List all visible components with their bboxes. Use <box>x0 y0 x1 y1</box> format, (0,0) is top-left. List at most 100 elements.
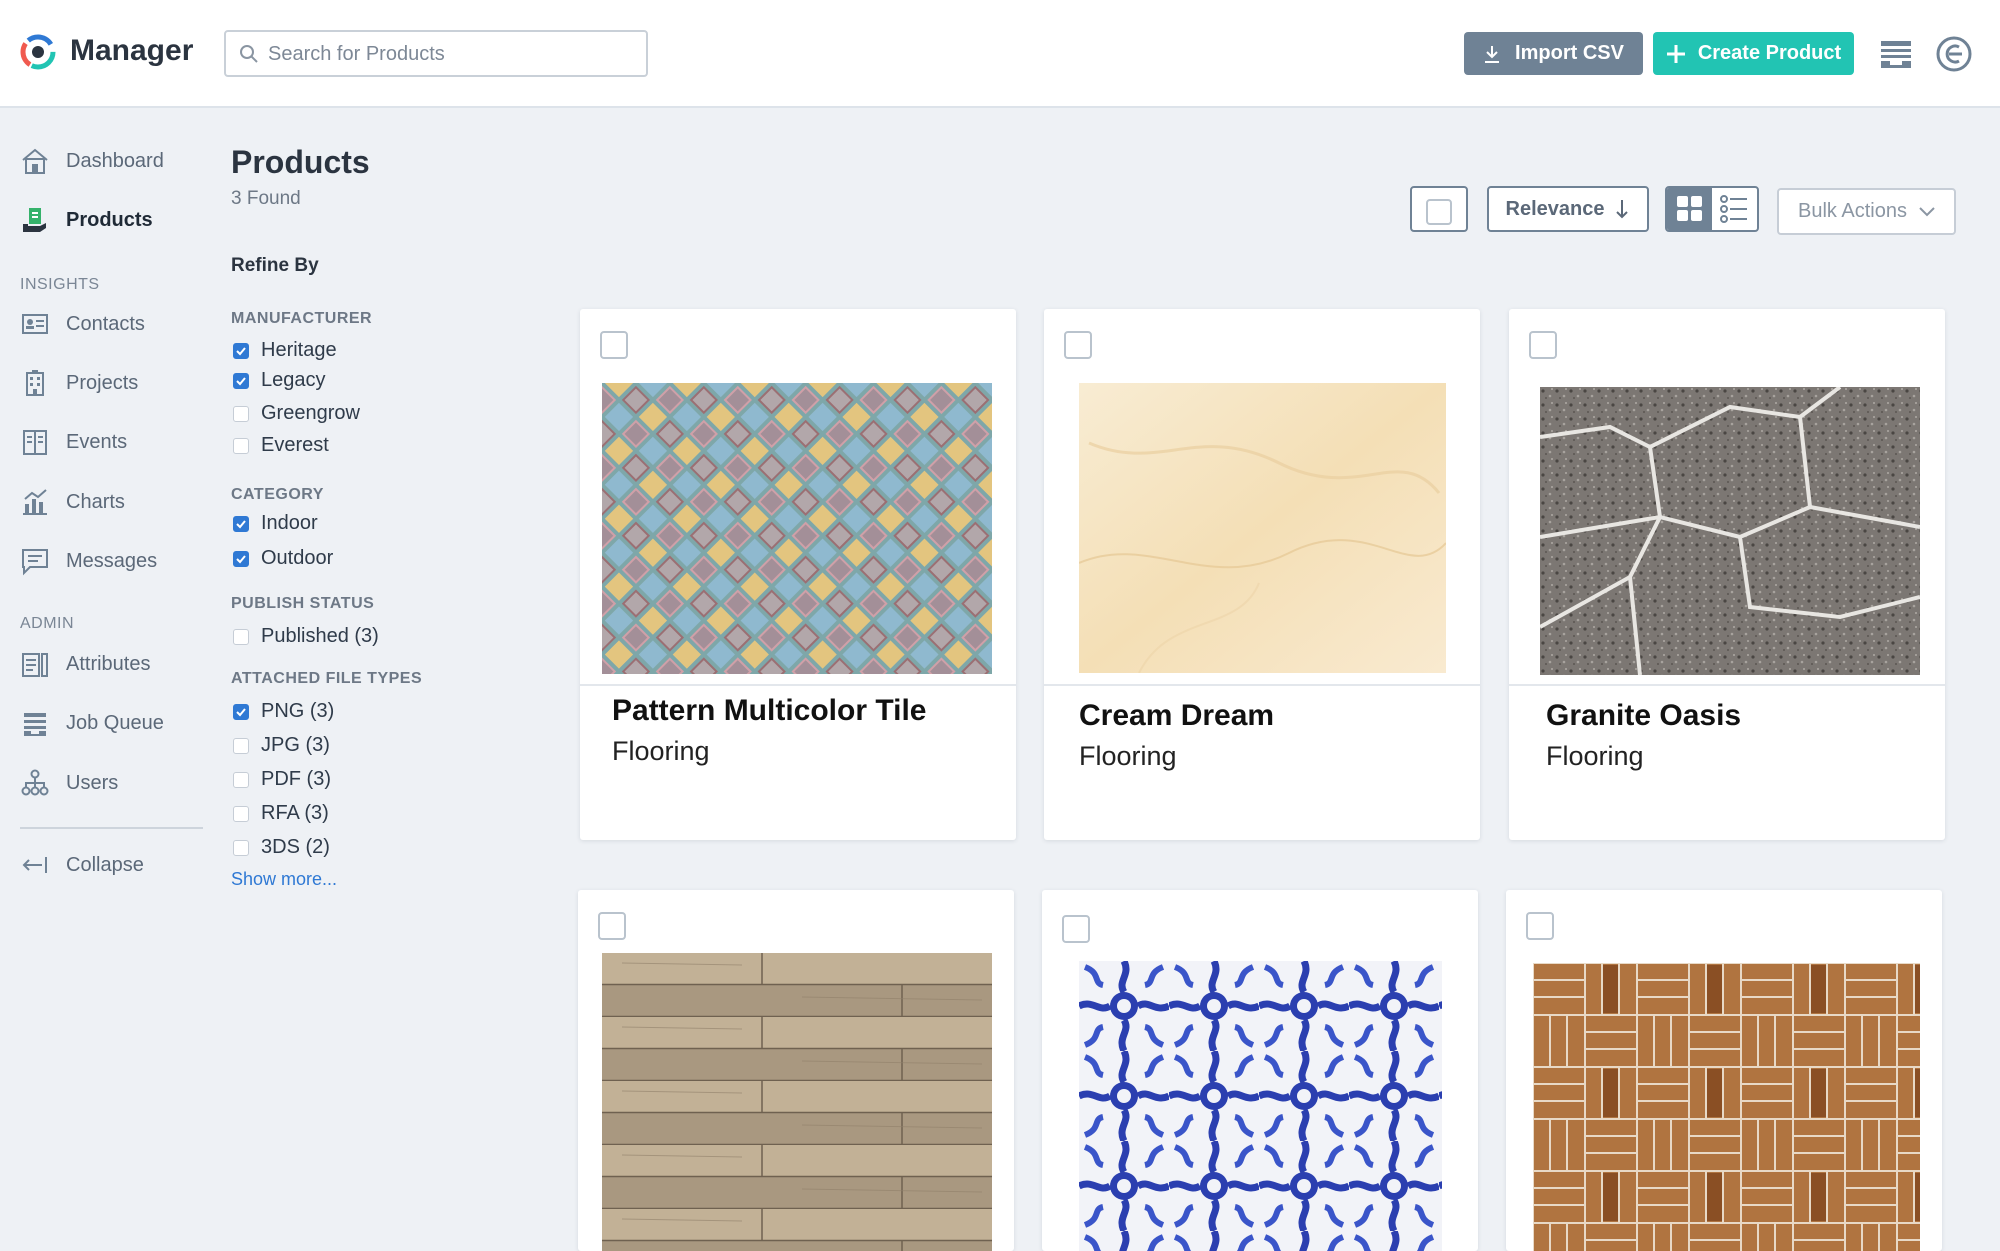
checkbox-unchecked[interactable] <box>233 628 249 645</box>
product-name[interactable]: Granite Oasis <box>1546 699 1741 733</box>
checkbox-unchecked[interactable] <box>233 805 249 822</box>
sort-button[interactable]: Relevance <box>1487 186 1649 232</box>
filter-option-outdoor[interactable]: Outdoor <box>233 547 333 570</box>
create-product-label: Create Product <box>1697 42 1842 64</box>
filter-option-greengrow[interactable]: Greengrow <box>233 402 360 425</box>
checkbox-checked[interactable] <box>233 550 249 567</box>
checkbox-unchecked[interactable] <box>233 437 249 454</box>
sidebar-item-dashboard[interactable]: Dashboard <box>20 143 164 179</box>
grid-view-button[interactable] <box>1667 188 1712 230</box>
collapse-sidebar-button[interactable]: Collapse <box>20 847 144 883</box>
product-image[interactable] <box>602 953 992 1251</box>
product-select-checkbox[interactable] <box>1526 912 1554 940</box>
publish-status-filter-heading: PUBLISH STATUS <box>231 595 375 612</box>
admin-section-label: ADMIN <box>20 615 75 632</box>
sidebar-item-contacts[interactable]: Contacts <box>20 306 145 342</box>
view-toggle <box>1665 186 1759 232</box>
product-image[interactable] <box>1079 961 1442 1251</box>
product-card[interactable] <box>1506 890 1942 1251</box>
filter-option-label: 3DS (2) <box>261 836 330 858</box>
collapse-label: Collapse <box>66 853 144 876</box>
filter-option-legacy[interactable]: Legacy <box>233 369 326 392</box>
insights-section-label: INSIGHTS <box>20 276 100 293</box>
sidebar-item-messages[interactable]: Messages <box>20 543 157 579</box>
sidebar-item-charts[interactable]: Charts <box>20 484 125 520</box>
checkbox-unchecked[interactable] <box>233 839 249 856</box>
checkbox-unchecked[interactable] <box>233 737 249 754</box>
collapse-arrow-icon <box>22 857 47 873</box>
category-filter-heading: CATEGORY <box>231 486 324 503</box>
manufacturer-filter-heading: MANUFACTURER <box>231 310 373 327</box>
sidebar-item-label: Attributes <box>66 652 151 675</box>
filter-option-label: RFA (3) <box>261 802 329 824</box>
filter-option-pdf[interactable]: PDF (3) <box>233 768 331 791</box>
arrow-down-icon <box>1616 200 1629 219</box>
sidebar-item-products[interactable]: Products <box>20 202 153 238</box>
product-image[interactable] <box>1533 963 1920 1251</box>
filter-option-rfa[interactable]: RFA (3) <box>233 802 329 825</box>
filter-option-label: Indoor <box>261 512 318 534</box>
product-image[interactable] <box>602 383 992 674</box>
product-card[interactable]: Pattern Multicolor Tile Flooring <box>580 309 1016 840</box>
create-product-button[interactable]: Create Product <box>1653 32 1854 75</box>
product-image[interactable] <box>1540 387 1920 675</box>
sidebar-item-attributes[interactable]: Attributes <box>20 646 150 682</box>
filter-option-3ds[interactable]: 3DS (2) <box>233 836 330 859</box>
list-icon <box>1720 195 1747 223</box>
product-name[interactable]: Cream Dream <box>1079 699 1274 733</box>
product-select-checkbox[interactable] <box>1062 915 1090 943</box>
import-csv-button[interactable]: Import CSV <box>1464 32 1643 75</box>
attributes-icon <box>22 653 48 677</box>
filter-option-label: Greengrow <box>261 402 360 424</box>
product-category: Flooring <box>612 736 710 766</box>
product-card[interactable]: Granite Oasis Flooring <box>1509 309 1945 840</box>
filter-option-png[interactable]: PNG (3) <box>233 700 334 723</box>
product-select-checkbox[interactable] <box>1064 331 1092 359</box>
filter-option-label: JPG (3) <box>261 734 330 756</box>
app-logo-icon[interactable] <box>20 34 56 70</box>
inbox-tray-icon[interactable] <box>1878 36 1914 72</box>
product-select-checkbox[interactable] <box>1529 331 1557 359</box>
calendar-book-icon <box>23 430 47 455</box>
filter-option-indoor[interactable]: Indoor <box>233 512 318 535</box>
product-image[interactable] <box>1079 383 1446 673</box>
checkbox-checked[interactable] <box>233 342 249 359</box>
checkbox-checked[interactable] <box>233 515 249 532</box>
product-name[interactable]: Pattern Multicolor Tile <box>612 694 927 728</box>
show-more-link[interactable]: Show more... <box>231 869 337 890</box>
filter-option-jpg[interactable]: JPG (3) <box>233 734 330 757</box>
sidebar-item-users[interactable]: Users <box>20 765 118 801</box>
sidebar-item-job-queue[interactable]: Job Queue <box>20 705 164 741</box>
product-card[interactable] <box>1042 890 1478 1251</box>
sidebar-item-events[interactable]: Events <box>20 424 127 460</box>
search-box[interactable] <box>224 30 648 77</box>
chevron-down-icon <box>1919 206 1935 216</box>
checkbox-unchecked[interactable] <box>233 405 249 422</box>
filter-option-label: Everest <box>261 434 329 456</box>
refine-by-heading: Refine By <box>231 255 319 276</box>
checkbox-checked[interactable] <box>233 372 249 389</box>
product-select-checkbox[interactable] <box>600 331 628 359</box>
top-header: Manager Import CSV Create Product <box>0 0 2000 108</box>
product-card[interactable]: Cream Dream Flooring <box>1044 309 1480 840</box>
plus-icon <box>1666 44 1685 63</box>
bulk-actions-dropdown[interactable]: Bulk Actions <box>1777 188 1956 235</box>
select-all-button[interactable] <box>1410 186 1468 232</box>
product-card[interactable] <box>578 890 1014 1251</box>
list-view-button[interactable] <box>1712 188 1757 230</box>
filter-option-label: Legacy <box>261 369 326 391</box>
filter-option-everest[interactable]: Everest <box>233 434 329 457</box>
bulk-actions-label: Bulk Actions <box>1798 200 1907 222</box>
user-account-icon[interactable] <box>1936 36 1972 72</box>
filter-option-heritage[interactable]: Heritage <box>233 339 337 362</box>
contact-card-icon <box>22 314 48 334</box>
search-input[interactable] <box>268 41 638 67</box>
select-all-checkbox[interactable] <box>1426 199 1452 225</box>
queue-icon <box>24 713 46 736</box>
checkbox-checked[interactable] <box>233 703 249 720</box>
checkbox-unchecked[interactable] <box>233 771 249 788</box>
filter-option-published[interactable]: Published (3) <box>233 625 379 648</box>
sidebar-item-projects[interactable]: Projects <box>20 365 138 401</box>
product-select-checkbox[interactable] <box>598 912 626 940</box>
sidebar-item-label: Messages <box>66 549 158 572</box>
